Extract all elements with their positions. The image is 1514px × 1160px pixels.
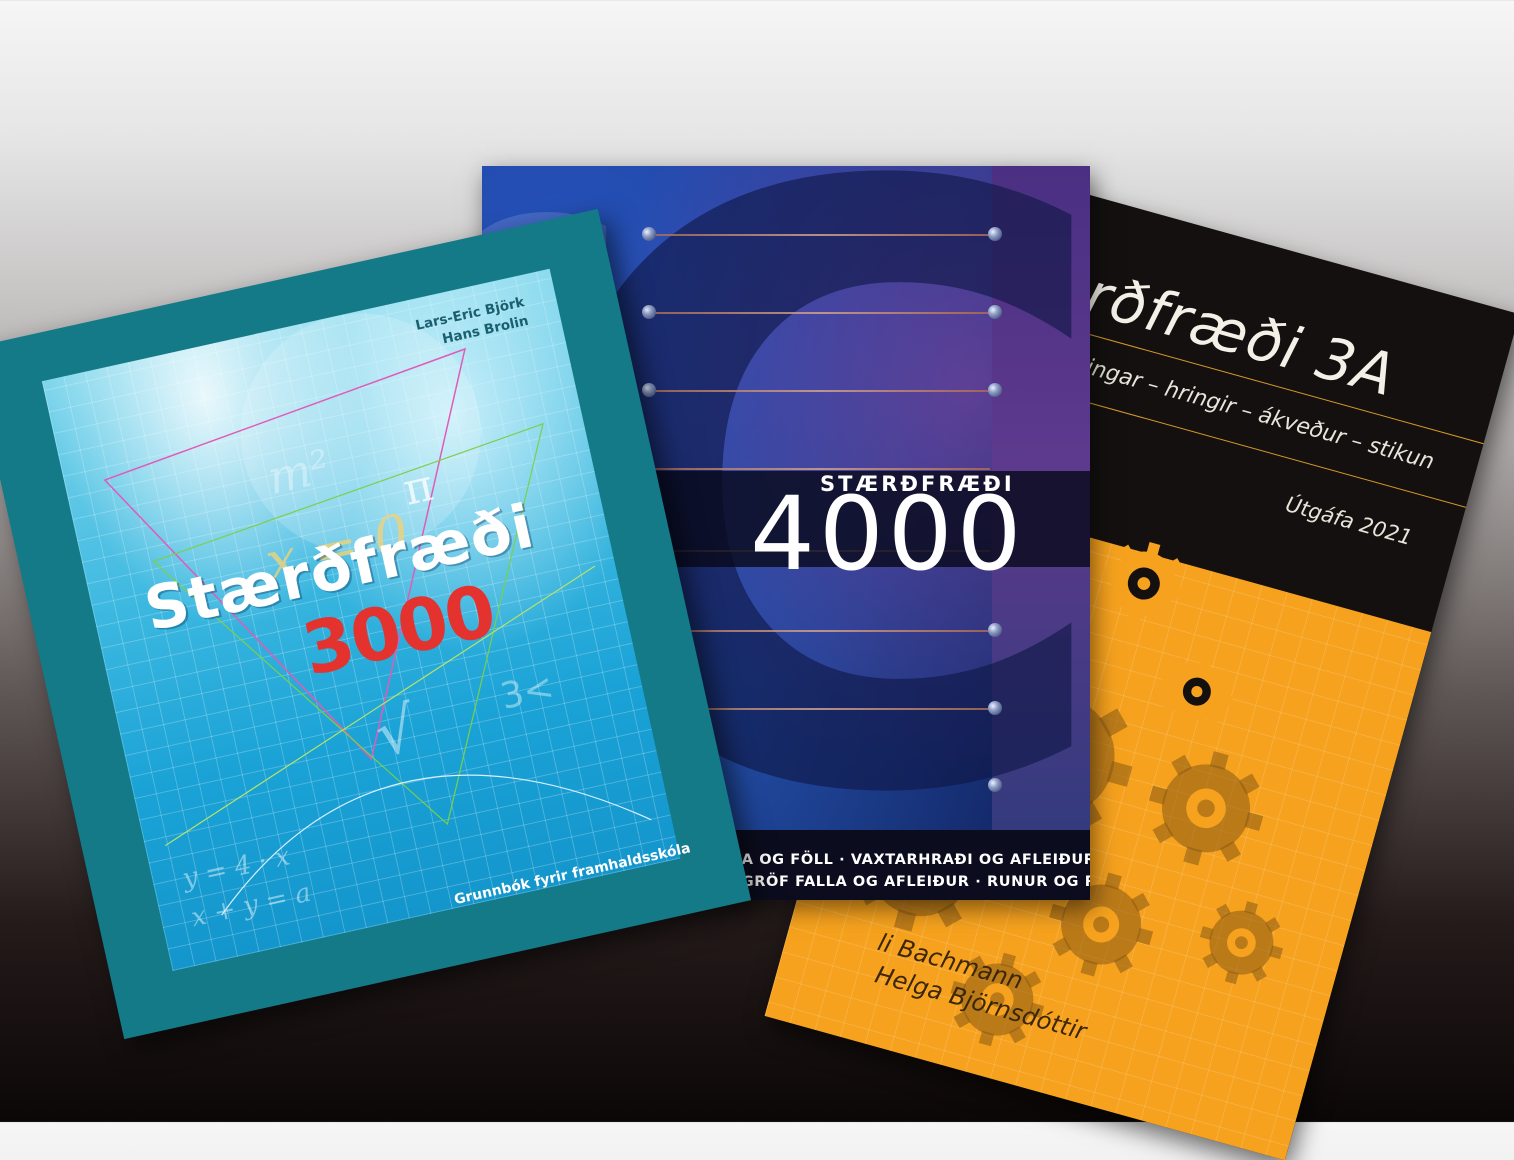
wire (650, 630, 990, 632)
bead (988, 623, 1002, 637)
bead (642, 383, 656, 397)
bead (642, 227, 656, 241)
book-topics: RA OG FÖLL · VAXTARHRAÐI OG AFLEIÐUR (730, 852, 1090, 868)
svg-text:√: √ (369, 691, 424, 771)
bead (988, 305, 1002, 319)
bead (988, 383, 1002, 397)
wire (650, 312, 990, 314)
bead (988, 701, 1002, 715)
wire (650, 390, 990, 392)
bead (642, 305, 656, 319)
book-number: 4000 (750, 475, 1026, 594)
wire (650, 234, 990, 236)
wire (650, 468, 990, 470)
book-topics: · GRÖF FALLA OG AFLEIÐUR · RUNUR OG RAÐI… (730, 874, 1090, 890)
bead (988, 778, 1002, 792)
book-edition: Útgáfa 2021 (1282, 492, 1415, 551)
svg-text:3<: 3< (497, 666, 558, 718)
bead (988, 227, 1002, 241)
